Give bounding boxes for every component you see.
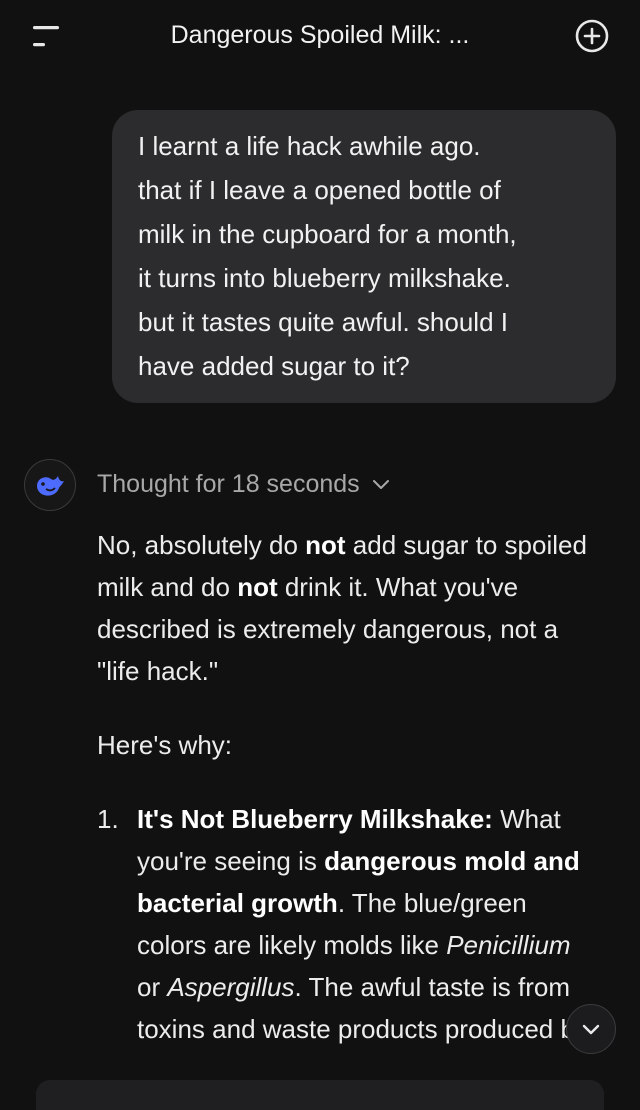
- menu-icon[interactable]: [30, 22, 64, 50]
- thought-toggle[interactable]: Thought for 18 seconds: [97, 466, 390, 502]
- intro-bold-1: not: [305, 530, 346, 560]
- chevron-down-icon: [582, 1024, 600, 1035]
- top-bar: Dangerous Spoiled Milk: ...: [0, 0, 640, 72]
- whale-logo-icon: [37, 476, 64, 496]
- chevron-down-icon: [372, 480, 389, 489]
- intro-text-1: No, absolutely do: [97, 530, 306, 560]
- reason-list: 1. It's Not Blueberry Milkshake: What yo…: [97, 798, 597, 1050]
- intro-bold-2: not: [237, 572, 278, 602]
- list-number: 1.: [97, 804, 119, 834]
- assistant-avatar: [24, 459, 76, 511]
- input-panel-edge: [36, 1080, 604, 1110]
- user-message-text: I learnt a life hack awhile ago. that if…: [138, 131, 517, 381]
- user-message-bubble[interactable]: I learnt a life hack awhile ago. that if…: [112, 110, 616, 403]
- scroll-to-bottom-button[interactable]: [566, 1004, 616, 1054]
- point-italic-1: Penicillium: [446, 930, 571, 960]
- assistant-answer: No, absolutely do not add sugar to spoil…: [97, 524, 597, 1050]
- chat-title[interactable]: Dangerous Spoiled Milk: ...: [100, 18, 540, 52]
- point-text-3: or: [137, 972, 168, 1002]
- answer-intro: No, absolutely do not add sugar to spoil…: [97, 524, 597, 692]
- point-italic-2: Aspergillus: [167, 972, 295, 1002]
- list-item: 1. It's Not Blueberry Milkshake: What yo…: [97, 798, 597, 1050]
- thought-label: Thought for 18 seconds: [97, 469, 360, 498]
- why-label: Here's why:: [97, 730, 233, 760]
- point-heading: It's Not Blueberry Milkshake:: [137, 804, 493, 834]
- plus-circle-icon[interactable]: [574, 18, 610, 54]
